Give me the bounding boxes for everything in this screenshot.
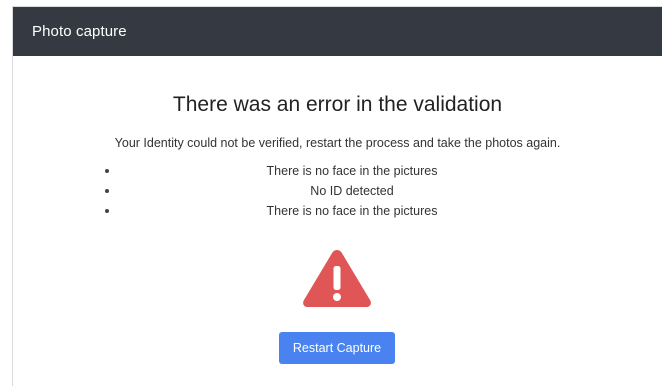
error-reason-text: No ID detected	[310, 184, 394, 198]
panel-body: There was an error in the validation You…	[13, 56, 662, 386]
bullet-icon	[105, 209, 109, 213]
error-message: Your Identity could not be verified, res…	[114, 136, 561, 150]
error-reasons-list: There is no face in the pictures No ID d…	[97, 161, 607, 221]
error-reason-text: There is no face in the pictures	[266, 204, 438, 218]
error-reason-item: There is no face in the pictures	[97, 201, 607, 221]
photo-capture-panel: Photo capture There was an error in the …	[12, 6, 662, 386]
error-reason-item: No ID detected	[97, 181, 607, 201]
error-title: There was an error in the validation	[172, 93, 503, 116]
warning-triangle-icon	[303, 250, 371, 307]
bullet-icon	[105, 169, 109, 173]
panel-header: Photo capture	[13, 7, 662, 56]
error-reason-text: There is no face in the pictures	[266, 164, 438, 178]
bullet-icon	[105, 189, 109, 193]
error-reason-item: There is no face in the pictures	[97, 161, 607, 181]
panel-title: Photo capture	[32, 23, 127, 40]
restart-capture-button[interactable]: Restart Capture	[279, 332, 395, 364]
